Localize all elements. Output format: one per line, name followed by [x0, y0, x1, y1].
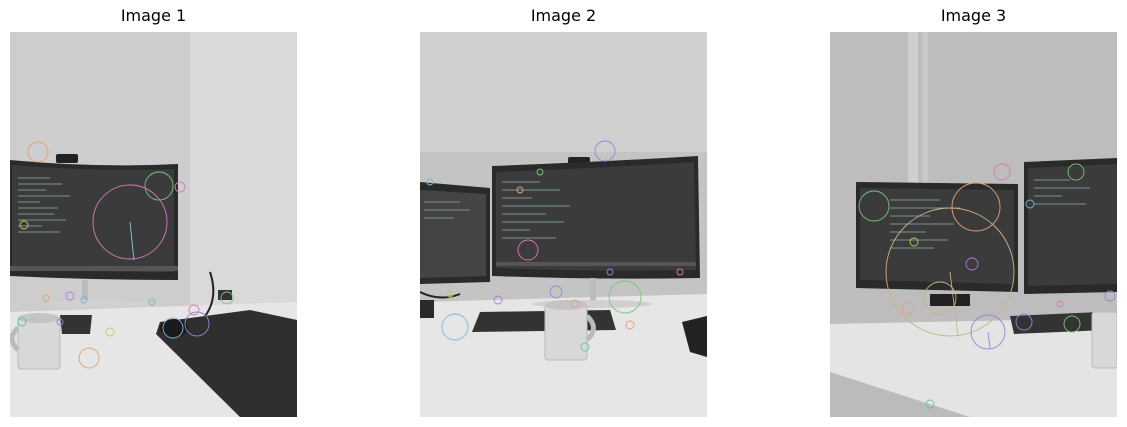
image-3-photo — [830, 32, 1117, 417]
image-1-photo — [10, 32, 297, 417]
image-1-panel — [10, 32, 297, 417]
image-3-panel — [830, 32, 1117, 417]
image-2-photo — [420, 32, 707, 417]
image-2-panel — [420, 32, 707, 417]
image-1-title: Image 1 — [120, 6, 187, 25]
image-2-title: Image 2 — [530, 6, 597, 25]
image-3-title: Image 3 — [940, 6, 1007, 25]
